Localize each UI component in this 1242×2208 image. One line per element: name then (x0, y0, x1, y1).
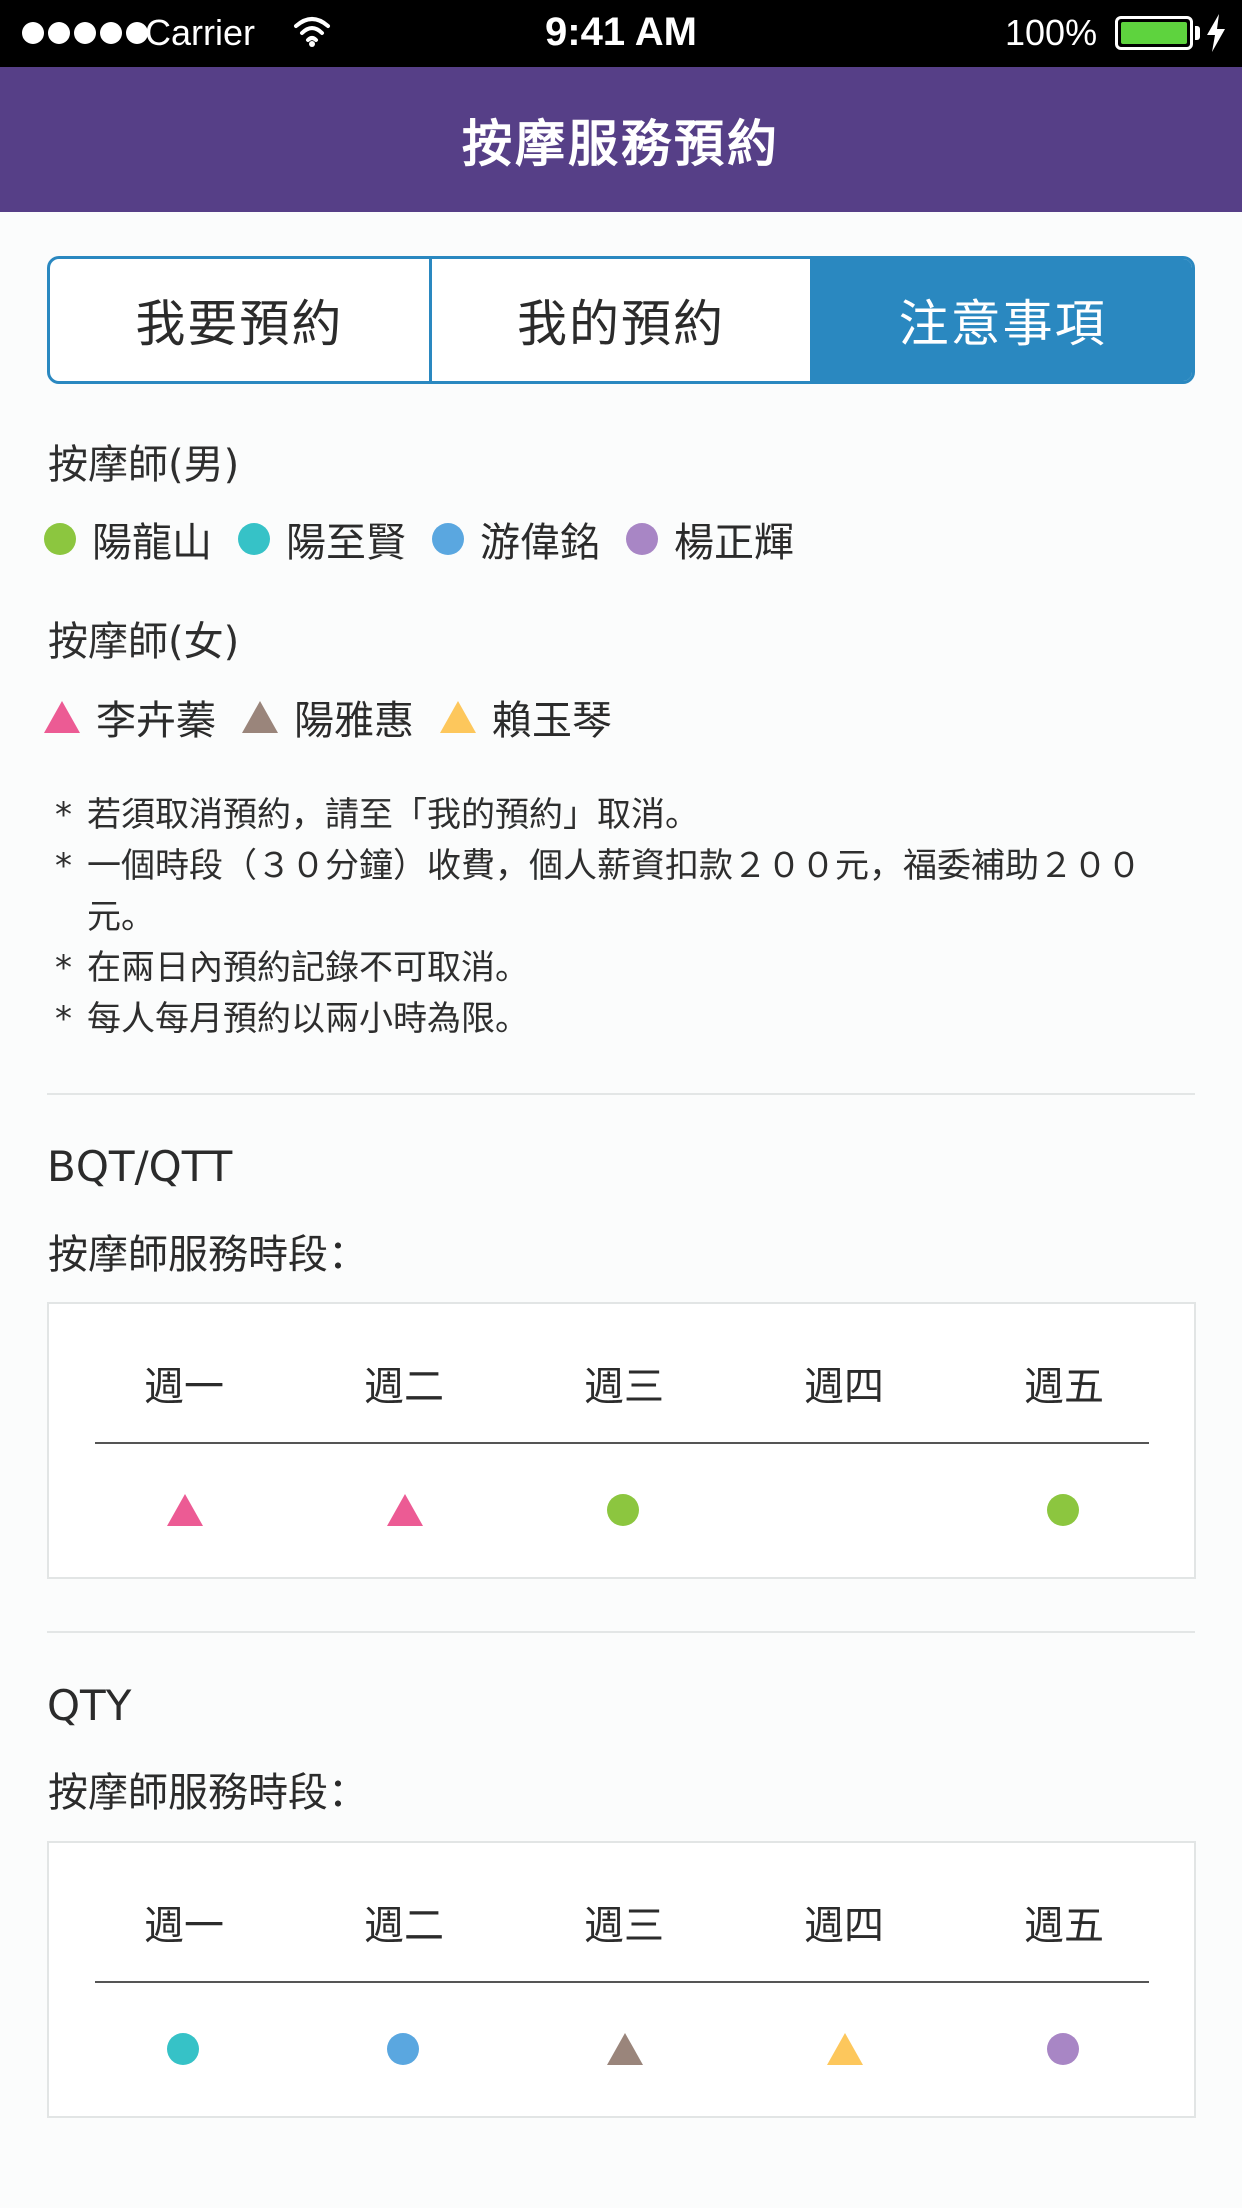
status-bar: Carrier 9:41 AM 100% (0, 0, 1242, 67)
asterisk-icon: * (55, 948, 72, 988)
male-therapists-label: 按摩師(男) (48, 442, 240, 488)
therapist-legend-item: 陽至賢 (238, 510, 406, 568)
weekday-header: 週五 (1024, 1903, 1104, 1949)
note-text: 每人每月預約以兩小時為限。 (87, 999, 529, 1039)
circle-marker-icon (432, 523, 464, 555)
page-title: 按摩服務預約 (462, 114, 780, 173)
male-therapists-legend: 陽龍山 陽至賢 游偉銘 楊正輝 (44, 510, 820, 568)
therapist-legend-item: 游偉銘 (432, 510, 600, 568)
therapist-name: 賴玉琴 (492, 698, 612, 744)
note-item: * 在兩日內預約記錄不可取消。 (55, 943, 1205, 994)
divider (47, 1631, 1195, 1633)
asterisk-icon: * (55, 846, 72, 886)
divider (47, 1093, 1195, 1095)
weekday-header: 週四 (804, 1364, 884, 1410)
weekday-header: 週五 (1024, 1364, 1104, 1410)
weekday-header: 週一 (144, 1364, 224, 1410)
schedule-location-title: QTY (47, 1681, 132, 1730)
triangle-marker-icon (242, 701, 278, 733)
asterisk-icon: * (55, 795, 72, 835)
schedule-subtitle: 按摩師服務時段： (48, 1232, 368, 1278)
schedule-table: 週一 週二 週三 週四 週五 (47, 1302, 1196, 1579)
weekday-header: 週四 (804, 1903, 884, 1949)
note-text: 若須取消預約，請至「我的預約」取消。 (87, 795, 699, 835)
note-item: * 每人每月預約以兩小時為限。 (55, 994, 1205, 1045)
therapist-name: 陽至賢 (286, 520, 406, 566)
therapist-name: 游偉銘 (480, 520, 600, 566)
weekday-header: 週二 (364, 1364, 444, 1410)
circle-marker-icon (44, 523, 76, 555)
circle-marker-icon (238, 523, 270, 555)
weekday-header-row: 週一 週二 週三 週四 週五 (49, 1893, 1194, 1953)
schedule-slot-circle-icon (387, 2033, 419, 2065)
therapist-legend-item: 陽龍山 (44, 510, 212, 568)
tab-my-reservations[interactable]: 我的預約 (428, 259, 811, 381)
weekday-header-row: 週一 週二 週三 週四 週五 (49, 1354, 1194, 1414)
weekday-header: 週三 (584, 1903, 664, 1949)
therapist-name: 陽雅惠 (294, 698, 414, 744)
female-therapists-legend: 李卉蓁 陽雅惠 賴玉琴 (44, 688, 638, 746)
schedule-slot-triangle-icon (387, 1494, 423, 1526)
therapist-legend-item: 陽雅惠 (242, 688, 414, 746)
table-header-rule (95, 1442, 1149, 1444)
tab-make-reservation[interactable]: 我要預約 (50, 259, 429, 381)
schedule-slot-circle-icon (607, 1494, 639, 1526)
weekday-header: 週二 (364, 1903, 444, 1949)
schedule-location-title: BQT/QTT (47, 1142, 233, 1191)
schedule-slot-triangle-icon (607, 2033, 643, 2065)
weekday-header: 週三 (584, 1364, 664, 1410)
therapist-name: 陽龍山 (92, 520, 212, 566)
schedule-subtitle: 按摩師服務時段： (48, 1770, 368, 1816)
notes-list: * 若須取消預約，請至「我的預約」取消。 * 一個時段（３０分鐘）收費，個人薪資扣款２… (55, 790, 1205, 1045)
schedule-slot-circle-icon (1047, 1494, 1079, 1526)
nav-bar: 按摩服務預約 (0, 67, 1242, 212)
schedule-slot-triangle-icon (827, 2033, 863, 2065)
schedule-slot-triangle-icon (167, 1494, 203, 1526)
tab-notices[interactable]: 注意事項 (810, 259, 1192, 381)
circle-marker-icon (626, 523, 658, 555)
table-header-rule (95, 1981, 1149, 1983)
tab-segmented-control: 我要預約 我的預約 注意事項 (47, 256, 1195, 384)
schedule-slot-circle-icon (167, 2033, 199, 2065)
female-therapists-label: 按摩師(女) (48, 619, 240, 665)
note-text: 一個時段（３０分鐘）收費，個人薪資扣款２００元，福委補助２００元。 (87, 846, 1141, 937)
note-text: 在兩日內預約記錄不可取消。 (87, 948, 529, 988)
battery-percentage: 100% (1005, 12, 1098, 53)
battery-icon (1115, 16, 1193, 50)
therapist-legend-item: 李卉蓁 (44, 688, 216, 746)
note-item: * 若須取消預約，請至「我的預約」取消。 (55, 790, 1205, 841)
note-item: * 一個時段（３０分鐘）收費，個人薪資扣款２００元，福委補助２００元。 (55, 841, 1205, 943)
triangle-marker-icon (440, 701, 476, 733)
asterisk-icon: * (55, 999, 72, 1039)
therapist-legend-item: 賴玉琴 (440, 688, 612, 746)
schedule-table: 週一 週二 週三 週四 週五 (47, 1841, 1196, 2118)
charging-icon (1207, 14, 1225, 52)
weekday-header: 週一 (144, 1903, 224, 1949)
therapist-name: 李卉蓁 (96, 698, 216, 744)
triangle-marker-icon (44, 701, 80, 733)
therapist-legend-item: 楊正輝 (626, 510, 794, 568)
therapist-name: 楊正輝 (674, 520, 794, 566)
schedule-slot-circle-icon (1047, 2033, 1079, 2065)
